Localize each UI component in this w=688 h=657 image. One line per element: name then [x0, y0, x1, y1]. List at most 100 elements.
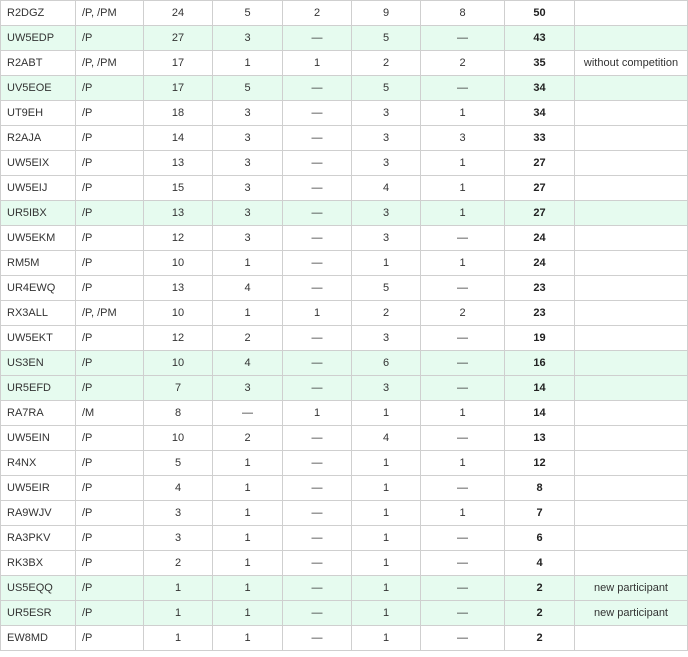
- score-col-2-cell: 3: [212, 375, 283, 401]
- score-col-1-cell: 12: [143, 225, 213, 251]
- score-col-1-cell: 17: [143, 75, 213, 101]
- callsign-cell: UW5EIN: [0, 425, 76, 451]
- score-col-4-cell: 5: [351, 275, 421, 301]
- table-row: R2DGZ/P, /PM 24 5 2 9 8 50: [0, 0, 688, 26]
- score-col-3-cell: —: [282, 75, 352, 101]
- score-col-4-cell: 1: [351, 525, 421, 551]
- table-row: R4NX/P 5 1—1 1 12: [0, 450, 688, 476]
- table-row: UW5EIX/P 13 3—3 1 27: [0, 150, 688, 176]
- note-cell: [574, 425, 688, 451]
- score-col-4-cell: 1: [351, 550, 421, 576]
- table-row: UW5EIJ/P 15 3—4 1 27: [0, 175, 688, 201]
- suffix-cell: /P: [75, 575, 144, 601]
- score-col-3-cell: —: [282, 175, 352, 201]
- suffix-cell: /P: [75, 25, 144, 51]
- score-col-1-cell: 7: [143, 375, 213, 401]
- callsign-cell: UW5EIR: [0, 475, 76, 501]
- score-col-4-cell: 4: [351, 425, 421, 451]
- suffix-cell: /P: [75, 625, 144, 651]
- score-col-2-cell: 4: [212, 275, 283, 301]
- score-col-4-cell: 3: [351, 325, 421, 351]
- callsign-cell: R2DGZ: [0, 0, 76, 26]
- table-row: UT9EH/P 18 3—3 1 34: [0, 100, 688, 126]
- score-col-2-cell: 1: [212, 500, 283, 526]
- callsign-cell: US5EQQ: [0, 575, 76, 601]
- score-col-3-cell: 2: [282, 0, 352, 26]
- suffix-cell: /P, /PM: [75, 300, 144, 326]
- total-score-cell: 34: [504, 100, 575, 126]
- callsign-cell: UR5EFD: [0, 375, 76, 401]
- total-score-cell: 23: [504, 300, 575, 326]
- total-score-cell: 23: [504, 275, 575, 301]
- score-col-4-cell: 1: [351, 625, 421, 651]
- score-col-4-cell: 2: [351, 300, 421, 326]
- note-cell: [574, 325, 688, 351]
- score-col-5-cell: —: [420, 75, 505, 101]
- score-col-3-cell: —: [282, 25, 352, 51]
- table-row: RA3PKV/P 3 1—1—6: [0, 525, 688, 551]
- score-col-5-cell: —: [420, 375, 505, 401]
- callsign-cell: UW5EIX: [0, 150, 76, 176]
- total-score-cell: 27: [504, 200, 575, 226]
- score-col-2-cell: 1: [212, 525, 283, 551]
- total-score-cell: 4: [504, 550, 575, 576]
- score-col-3-cell: —: [282, 475, 352, 501]
- score-col-1-cell: 5: [143, 450, 213, 476]
- callsign-cell: UT9EH: [0, 100, 76, 126]
- note-cell: without competition: [574, 50, 688, 76]
- score-col-2-cell: 5: [212, 75, 283, 101]
- note-cell: [574, 125, 688, 151]
- score-col-5-cell: 2: [420, 300, 505, 326]
- table-row: US3EN/P 10 4—6—16: [0, 350, 688, 376]
- score-col-1-cell: 1: [143, 625, 213, 651]
- callsign-cell: EW8MD: [0, 625, 76, 651]
- total-score-cell: 50: [504, 0, 575, 26]
- score-col-1-cell: 10: [143, 350, 213, 376]
- callsign-cell: RA9WJV: [0, 500, 76, 526]
- score-col-4-cell: 1: [351, 600, 421, 626]
- score-col-3-cell: —: [282, 425, 352, 451]
- suffix-cell: /P: [75, 75, 144, 101]
- callsign-cell: RA3PKV: [0, 525, 76, 551]
- score-col-2-cell: 1: [212, 600, 283, 626]
- callsign-cell: R2AJA: [0, 125, 76, 151]
- score-col-1-cell: 8: [143, 400, 213, 426]
- callsign-cell: UR4EWQ: [0, 275, 76, 301]
- score-col-5-cell: 1: [420, 400, 505, 426]
- table-row: UW5EIR/P 4 1—1—8: [0, 475, 688, 501]
- suffix-cell: /P: [75, 475, 144, 501]
- total-score-cell: 7: [504, 500, 575, 526]
- total-score-cell: 33: [504, 125, 575, 151]
- suffix-cell: /P: [75, 175, 144, 201]
- score-col-3-cell: —: [282, 600, 352, 626]
- note-cell: [574, 275, 688, 301]
- score-col-1-cell: 13: [143, 275, 213, 301]
- suffix-cell: /P: [75, 100, 144, 126]
- table-row: RK3BX/P 2 1—1—4: [0, 550, 688, 576]
- score-col-2-cell: 1: [212, 250, 283, 276]
- note-cell: [574, 225, 688, 251]
- table-row: UR5EFD/P 7 3—3—14: [0, 375, 688, 401]
- score-col-5-cell: —: [420, 525, 505, 551]
- score-col-3-cell: —: [282, 525, 352, 551]
- score-col-3-cell: —: [282, 100, 352, 126]
- table-row: UW5EKM/P 12 3—3—24: [0, 225, 688, 251]
- total-score-cell: 13: [504, 425, 575, 451]
- score-col-4-cell: 3: [351, 150, 421, 176]
- suffix-cell: /P: [75, 225, 144, 251]
- score-col-2-cell: 2: [212, 325, 283, 351]
- total-score-cell: 12: [504, 450, 575, 476]
- score-col-5-cell: —: [420, 225, 505, 251]
- table-row: UW5EKT/P 12 2—3—19: [0, 325, 688, 351]
- score-col-2-cell: 3: [212, 25, 283, 51]
- callsign-cell: RM5M: [0, 250, 76, 276]
- table-row: R2AJA/P 14 3—3 3 33: [0, 125, 688, 151]
- suffix-cell: /P: [75, 500, 144, 526]
- note-cell: [574, 75, 688, 101]
- score-col-2-cell: 1: [212, 50, 283, 76]
- score-col-4-cell: 4: [351, 175, 421, 201]
- score-col-1-cell: 4: [143, 475, 213, 501]
- note-cell: [574, 475, 688, 501]
- score-col-4-cell: 3: [351, 375, 421, 401]
- note-cell: [574, 300, 688, 326]
